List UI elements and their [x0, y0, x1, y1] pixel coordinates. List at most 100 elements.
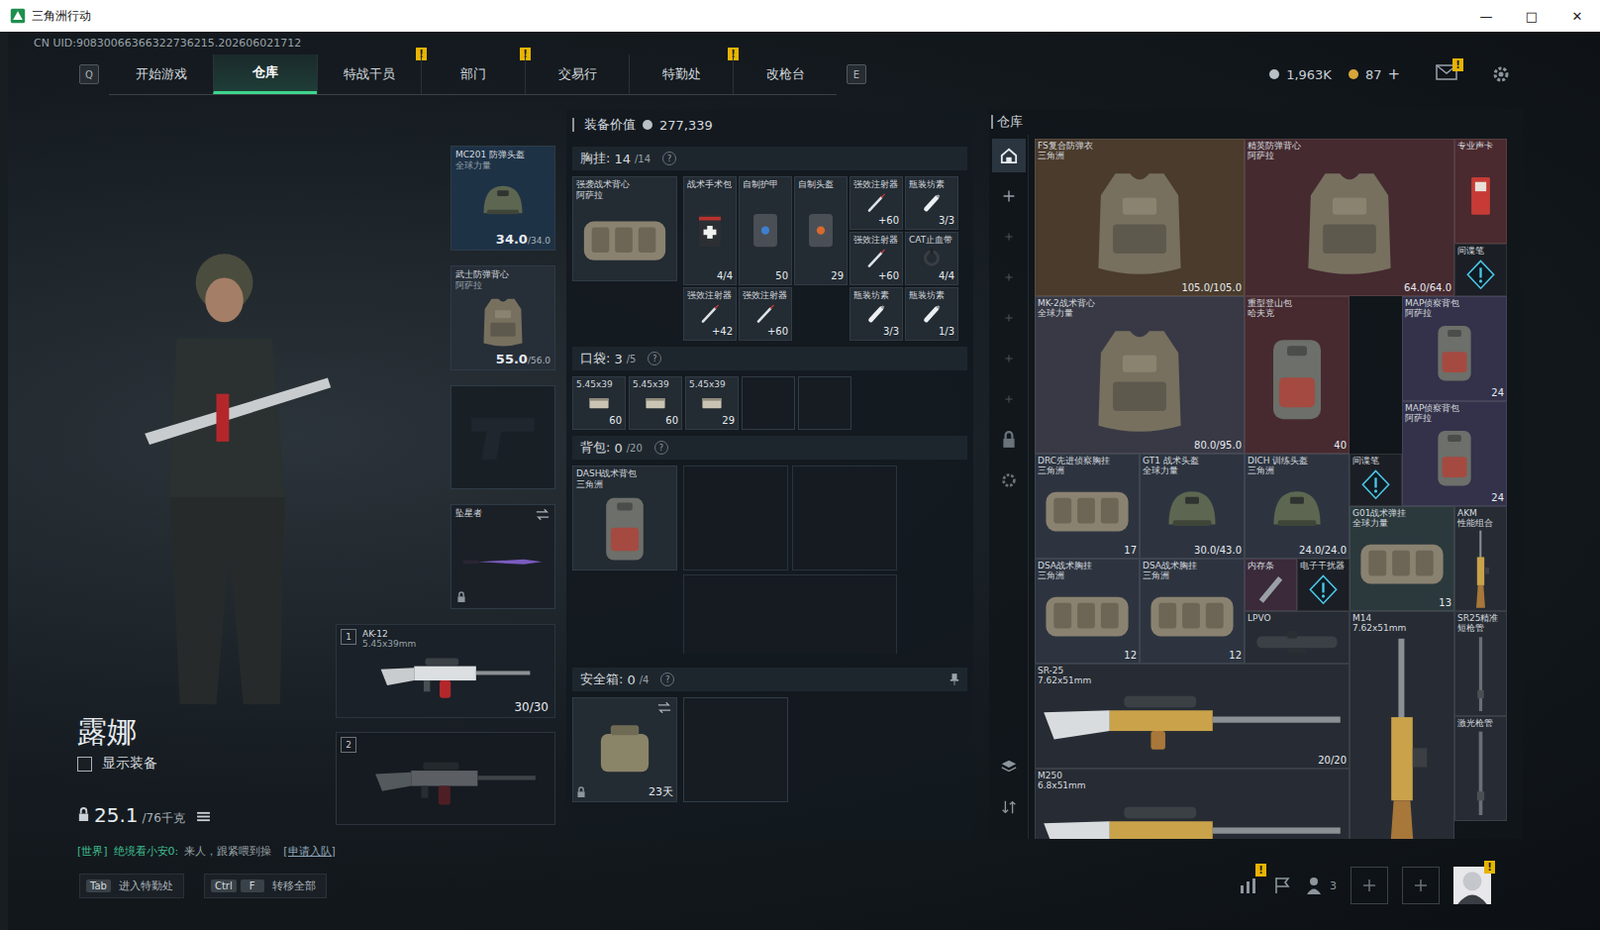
sidebar-button[interactable]	[992, 300, 1026, 335]
warehouse-item[interactable]: 重型登山包哈夫克40	[1244, 296, 1350, 454]
chest-item[interactable]: 强效注射器+60	[849, 176, 903, 230]
chat-line[interactable]: [世界]绝境看小安0:来人，跟紧喂到操[申请入队]	[7, 838, 1600, 863]
mail-button[interactable]: !	[1435, 64, 1462, 85]
window-control[interactable]: ✕	[1554, 0, 1600, 32]
warehouse-item[interactable]: M2506.8x51mm	[1034, 768, 1350, 839]
warehouse-item[interactable]: M147.62x51mm	[1349, 610, 1455, 839]
warehouse-item[interactable]: MAP侦察背包阿萨拉24	[1401, 296, 1507, 401]
pocket-item[interactable]: 5.45x3929	[685, 376, 739, 430]
ammo-icon	[689, 390, 735, 415]
chest-item[interactable]: 强效注射器+60	[738, 287, 793, 341]
stats-button[interactable]: !	[1238, 875, 1259, 896]
safe-space[interactable]	[683, 697, 789, 802]
chest-item[interactable]: 自制护甲50	[738, 176, 793, 286]
warehouse-item[interactable]: SR-257.62x51mm20/20	[1034, 663, 1350, 769]
sidebar-button[interactable]	[992, 382, 1026, 416]
nav-tab[interactable]: 特勤处 !	[628, 54, 733, 95]
help-button[interactable]: ?	[662, 151, 677, 166]
gear-slot[interactable]: MC201 防弹头盔全球力量34.0/34.0	[450, 145, 556, 251]
warehouse-item[interactable]: SR25精准短枪管	[1454, 610, 1507, 716]
warehouse-item[interactable]: DSA战术胸挂三角洲12	[1139, 558, 1245, 664]
list-icon[interactable]	[197, 810, 210, 822]
flag-button[interactable]	[1272, 875, 1293, 896]
warehouse-item[interactable]: DSA战术胸挂三角洲12	[1034, 558, 1140, 664]
help-button[interactable]: ?	[660, 672, 675, 687]
nav-tab[interactable]: 仓库	[212, 54, 317, 95]
pin-icon[interactable]	[949, 673, 960, 686]
chest-item[interactable]: 强效注射器+60	[849, 231, 903, 286]
chest-item[interactable]: 瓶装坊素3/3	[904, 176, 959, 230]
hotkey-hint[interactable]: CtrlF转移全部	[203, 873, 327, 899]
backpack-space[interactable]	[792, 465, 898, 571]
warehouse-item[interactable]: 间谍笔	[1349, 453, 1402, 506]
warehouse-item[interactable]: FS复合防弹衣三角洲105.0/105.0	[1034, 138, 1245, 297]
nav-tab[interactable]: 改枪台	[732, 54, 837, 95]
warehouse-item[interactable]: 间谍笔	[1454, 243, 1507, 297]
warehouse-item[interactable]: MAP侦察背包阿萨拉24	[1401, 400, 1507, 506]
nav-tab[interactable]: 开始游戏	[108, 54, 213, 95]
swap-icon[interactable]	[657, 701, 672, 713]
pocket-item[interactable]: 5.45x3960	[628, 376, 683, 430]
nav-tab[interactable]: 特战干员 !	[316, 54, 421, 95]
sidebar-button[interactable]	[992, 422, 1026, 457]
weapon-slot[interactable]: 2	[335, 731, 556, 825]
window-control[interactable]: —	[1463, 0, 1509, 32]
invite-slot[interactable]	[1401, 866, 1440, 904]
sidebar-button[interactable]	[992, 219, 1026, 254]
help-button[interactable]: ?	[654, 440, 669, 455]
warehouse-item[interactable]: 精英防弹背心阿萨拉64.0/64.0	[1244, 138, 1455, 297]
nav-tab[interactable]: 部门 !	[420, 54, 525, 95]
warehouse-item[interactable]: GT1 战术头盔全球力量30.0/43.0	[1139, 453, 1245, 559]
chest-item[interactable]: 瓶装坊素3/3	[849, 287, 903, 341]
warehouse-item[interactable]: 激光枪管	[1454, 715, 1507, 821]
player-avatar[interactable]: !	[1453, 866, 1492, 904]
window-control[interactable]: □	[1508, 0, 1555, 32]
swap-icon[interactable]	[535, 508, 550, 520]
sidebar-button[interactable]	[992, 463, 1026, 498]
chest-item[interactable]: CAT止血带4/4	[904, 231, 959, 286]
sidebar-button[interactable]	[992, 260, 1026, 295]
weapon-slot[interactable]: 1AK-125.45x39mm30/30	[335, 623, 556, 718]
sidebar-button[interactable]	[992, 179, 1026, 213]
gear-slot[interactable]	[450, 385, 556, 490]
sidebar-button[interactable]	[992, 749, 1026, 784]
gear-slot[interactable]: 武士防弹背心阿萨拉55.0/56.0	[450, 265, 556, 371]
gear-slot[interactable]: 坠星者	[450, 503, 556, 608]
warehouse-item[interactable]: 内存条	[1244, 558, 1298, 611]
chest-item[interactable]: 自制头盔29	[794, 176, 848, 286]
sidebar-button[interactable]	[992, 790, 1026, 824]
warehouse-item[interactable]: G01战术弹挂全球力量13	[1349, 505, 1455, 611]
backpack-space[interactable]	[683, 574, 898, 654]
warehouse-item[interactable]: DICH 训练头盔三角洲24.0/24.0	[1244, 453, 1350, 559]
help-button[interactable]: ?	[647, 351, 662, 366]
invite-slot[interactable]	[1350, 866, 1389, 904]
safe-box[interactable]: 23天	[572, 697, 678, 802]
chest-item[interactable]: 瓶装坊素1/3	[904, 287, 959, 341]
nav-tab[interactable]: 交易行	[524, 54, 629, 95]
warehouse-item[interactable]: 电子干扰器	[1297, 558, 1350, 611]
warehouse-item[interactable]: DRC先进侦察胸挂三角洲17	[1034, 453, 1140, 559]
warehouse-item[interactable]: AKM性能组合	[1454, 505, 1507, 611]
warehouse-item[interactable]: LPVO	[1244, 610, 1350, 664]
empty-slot[interactable]	[741, 376, 796, 430]
chest-item[interactable]: 战术手术包4/4	[683, 176, 737, 286]
friends-button[interactable]: 3	[1305, 875, 1337, 896]
warehouse-item[interactable]: 专业声卡	[1454, 138, 1507, 244]
chest-item[interactable]: 强效注射器+42	[683, 287, 737, 341]
pocket-item[interactable]: 5.45x3960	[572, 376, 626, 430]
empty-slot[interactable]	[798, 376, 852, 430]
backpack-space[interactable]	[683, 465, 789, 571]
backpack-item[interactable]: DASH战术背包三角洲	[572, 465, 678, 571]
next-key[interactable]: E	[846, 64, 867, 85]
chest-rig[interactable]: 强袭战术背心阿萨拉	[572, 176, 678, 282]
show-gear-checkbox[interactable]: 显示装备	[77, 751, 336, 776]
hotkey-hint[interactable]: Tab进入特勤处	[79, 873, 185, 899]
sidebar-button[interactable]	[992, 341, 1026, 376]
settings-icon[interactable]	[1491, 64, 1511, 85]
sidebar-button[interactable]	[992, 138, 1026, 173]
warehouse-item[interactable]: MK-2战术背心全球力量80.0/95.0	[1034, 296, 1245, 454]
add-ticket-button[interactable]: +	[1387, 65, 1400, 84]
checkbox-box[interactable]	[77, 756, 93, 772]
prev-key[interactable]: Q	[79, 64, 100, 85]
join-team-link[interactable]: [申请入队]	[283, 843, 336, 859]
